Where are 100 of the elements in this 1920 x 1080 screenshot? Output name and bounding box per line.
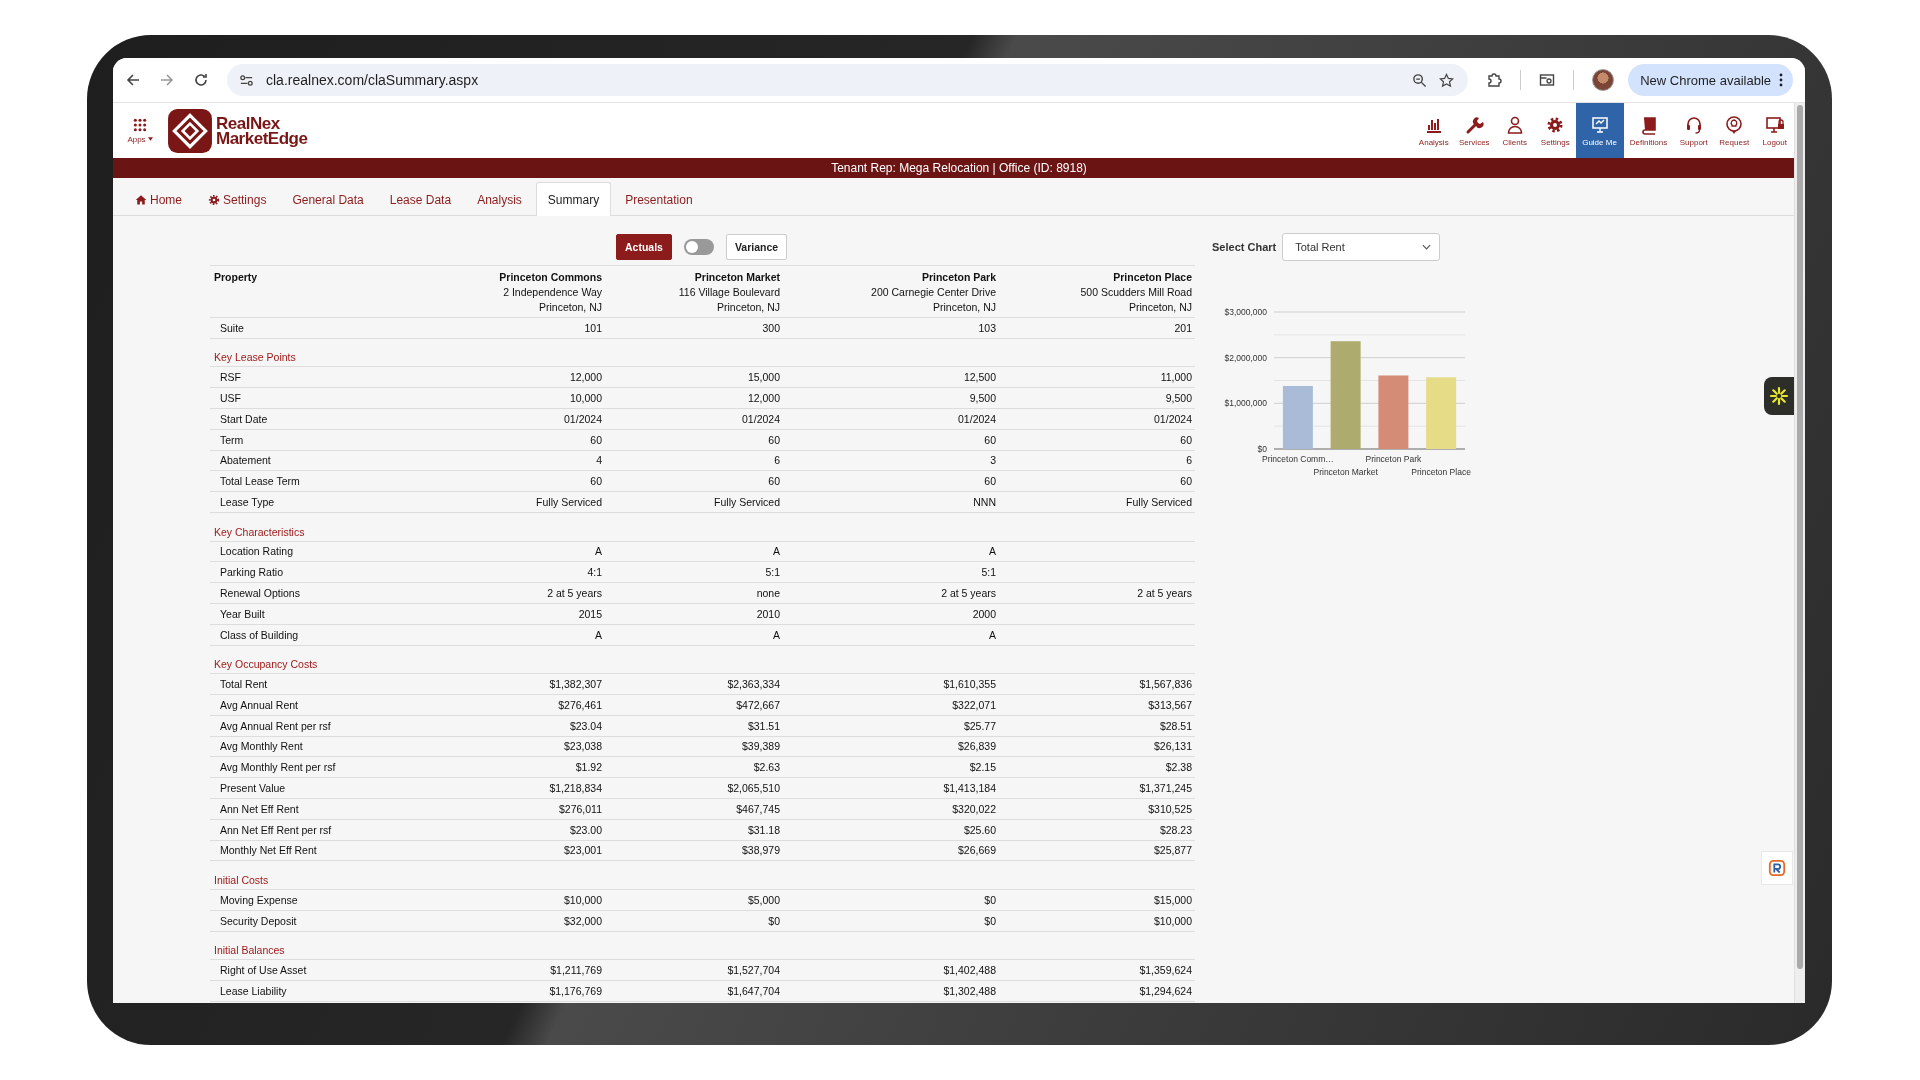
table-cell: A xyxy=(595,628,602,641)
table-cell: $23,001 xyxy=(564,844,602,857)
table-cell: 12,500 xyxy=(963,371,996,384)
row-label: Renewal Options xyxy=(219,587,301,600)
nav-button[interactable]: Support xyxy=(1673,103,1714,158)
zoom-icon[interactable] xyxy=(1412,72,1428,88)
table-cell: 60 xyxy=(984,433,996,446)
property-name: Princeton Market xyxy=(694,270,780,285)
forward-icon[interactable] xyxy=(159,72,175,88)
assistant-tab[interactable] xyxy=(1764,377,1794,415)
update-button[interactable]: New Chrome available xyxy=(1628,64,1793,96)
table-cell: 201 xyxy=(1174,321,1192,334)
actuals-button[interactable]: Actuals xyxy=(616,234,672,260)
table-cell: 2010 xyxy=(756,607,780,620)
monitor-lock-icon xyxy=(1764,114,1785,135)
nav-button[interactable]: Services xyxy=(1454,103,1495,158)
table-cell: Fully Serviced xyxy=(536,496,602,509)
address-bar[interactable]: cla.realnex.com/claSummary.aspx xyxy=(227,64,1469,96)
axis-label: Princeton Park xyxy=(1365,454,1422,464)
table-cell: $32,000 xyxy=(564,914,602,927)
table-cell: 2000 xyxy=(972,607,996,620)
tab[interactable]: Home xyxy=(123,182,194,216)
table-cell: 3 xyxy=(990,454,996,467)
chart-select[interactable]: Total Rent xyxy=(1282,233,1441,261)
row-label: Right of Use Asset xyxy=(219,964,308,976)
table-cell: 60 xyxy=(590,433,602,446)
property-address: 116 Village Boulevard xyxy=(678,285,780,300)
tab[interactable]: Lease Data xyxy=(377,182,464,216)
nav-button[interactable]: Clients xyxy=(1494,103,1535,158)
kebab-menu-icon xyxy=(1779,73,1783,87)
tab[interactable]: Settings xyxy=(196,182,279,216)
table-cell: $1,371,245 xyxy=(1139,782,1192,794)
profile-avatar[interactable] xyxy=(1592,69,1615,91)
row-label: Term xyxy=(219,433,245,446)
table-cell: 300 xyxy=(762,321,780,334)
table-cell: $31.51 xyxy=(747,719,780,732)
table-cell: $26,839 xyxy=(958,740,996,753)
nav-button[interactable]: Guide Me xyxy=(1575,103,1624,158)
toggle-switch[interactable] xyxy=(683,239,714,255)
back-icon[interactable] xyxy=(125,72,141,88)
scrollbar[interactable] xyxy=(1794,103,1805,1003)
tab[interactable]: Summary xyxy=(535,182,612,216)
table-cell: $467,745 xyxy=(736,802,780,815)
row-label: Avg Annual Rent xyxy=(219,698,300,711)
table-cell: $0 xyxy=(984,893,996,906)
table-cell: 60 xyxy=(768,433,780,446)
variance-button[interactable]: Variance xyxy=(725,234,788,260)
row-label: Year Built xyxy=(219,607,266,620)
table-cell: 01/2024 xyxy=(1154,412,1192,425)
star-icon[interactable] xyxy=(1439,72,1455,88)
home-icon xyxy=(135,193,147,206)
nav-button[interactable]: Request xyxy=(1714,103,1755,158)
table-cell: 60 xyxy=(1180,433,1192,446)
table-cell: 12,000 xyxy=(569,371,602,384)
table-cell: $25.77 xyxy=(963,719,996,732)
table-cell: $39,389 xyxy=(742,740,780,753)
apps-menu[interactable]: Apps xyxy=(125,117,155,144)
table-cell: $0 xyxy=(984,914,996,927)
nav-button[interactable]: Settings xyxy=(1535,103,1576,158)
table-cell: $10,000 xyxy=(1154,914,1192,927)
table-cell: $1,413,184 xyxy=(943,782,996,794)
table-cell: NNN xyxy=(973,496,996,509)
table-cell: A xyxy=(595,545,602,558)
table-cell: none xyxy=(756,587,780,600)
table-cell: 4:1 xyxy=(587,566,602,579)
table-cell: 12,000 xyxy=(747,392,780,405)
monitor-icon xyxy=(1589,114,1610,135)
table-cell: $26,669 xyxy=(958,844,996,857)
table-cell: 9,500 xyxy=(969,392,996,405)
property-city: Princeton, NJ xyxy=(716,300,780,315)
row-label: Ann Net Eff Rent per rsf xyxy=(219,823,333,836)
tab-search-icon[interactable] xyxy=(1539,72,1556,88)
row-label: Present Value xyxy=(219,782,287,794)
property-name: Princeton Commons xyxy=(499,270,602,285)
puzzle-icon[interactable] xyxy=(1486,72,1503,88)
table-cell: $31.18 xyxy=(747,823,780,836)
tab[interactable]: General Data xyxy=(280,182,376,216)
table-cell: $1,527,704 xyxy=(727,964,780,976)
r-logo-icon xyxy=(1768,859,1786,877)
table-cell: 5:1 xyxy=(981,566,996,579)
reload-icon[interactable] xyxy=(193,72,209,88)
table-cell: 6 xyxy=(1186,454,1192,467)
nav-button[interactable]: Logout xyxy=(1754,103,1795,158)
site-settings-icon[interactable] xyxy=(239,72,254,88)
table-cell: 101 xyxy=(584,321,602,334)
table-cell: 103 xyxy=(978,321,996,334)
table-cell: A xyxy=(989,545,996,558)
tab[interactable]: Presentation xyxy=(613,182,705,216)
property-address: 500 Scudders Mill Road xyxy=(1080,285,1192,300)
table-cell: $23.00 xyxy=(569,823,602,836)
tab[interactable]: Analysis xyxy=(465,182,534,216)
nav-button[interactable]: Analysis xyxy=(1413,103,1454,158)
logo-text: RealNex xyxy=(216,115,280,131)
table-cell: $1,218,834 xyxy=(549,782,602,794)
nav-button[interactable]: Definitions xyxy=(1623,103,1674,158)
widget-button[interactable] xyxy=(1761,851,1793,885)
row-label: Ann Net Eff Rent xyxy=(219,802,300,815)
property-city: Princeton, NJ xyxy=(538,300,602,315)
table-cell: 9,500 xyxy=(1165,392,1192,405)
table-cell: $276,461 xyxy=(558,698,602,711)
